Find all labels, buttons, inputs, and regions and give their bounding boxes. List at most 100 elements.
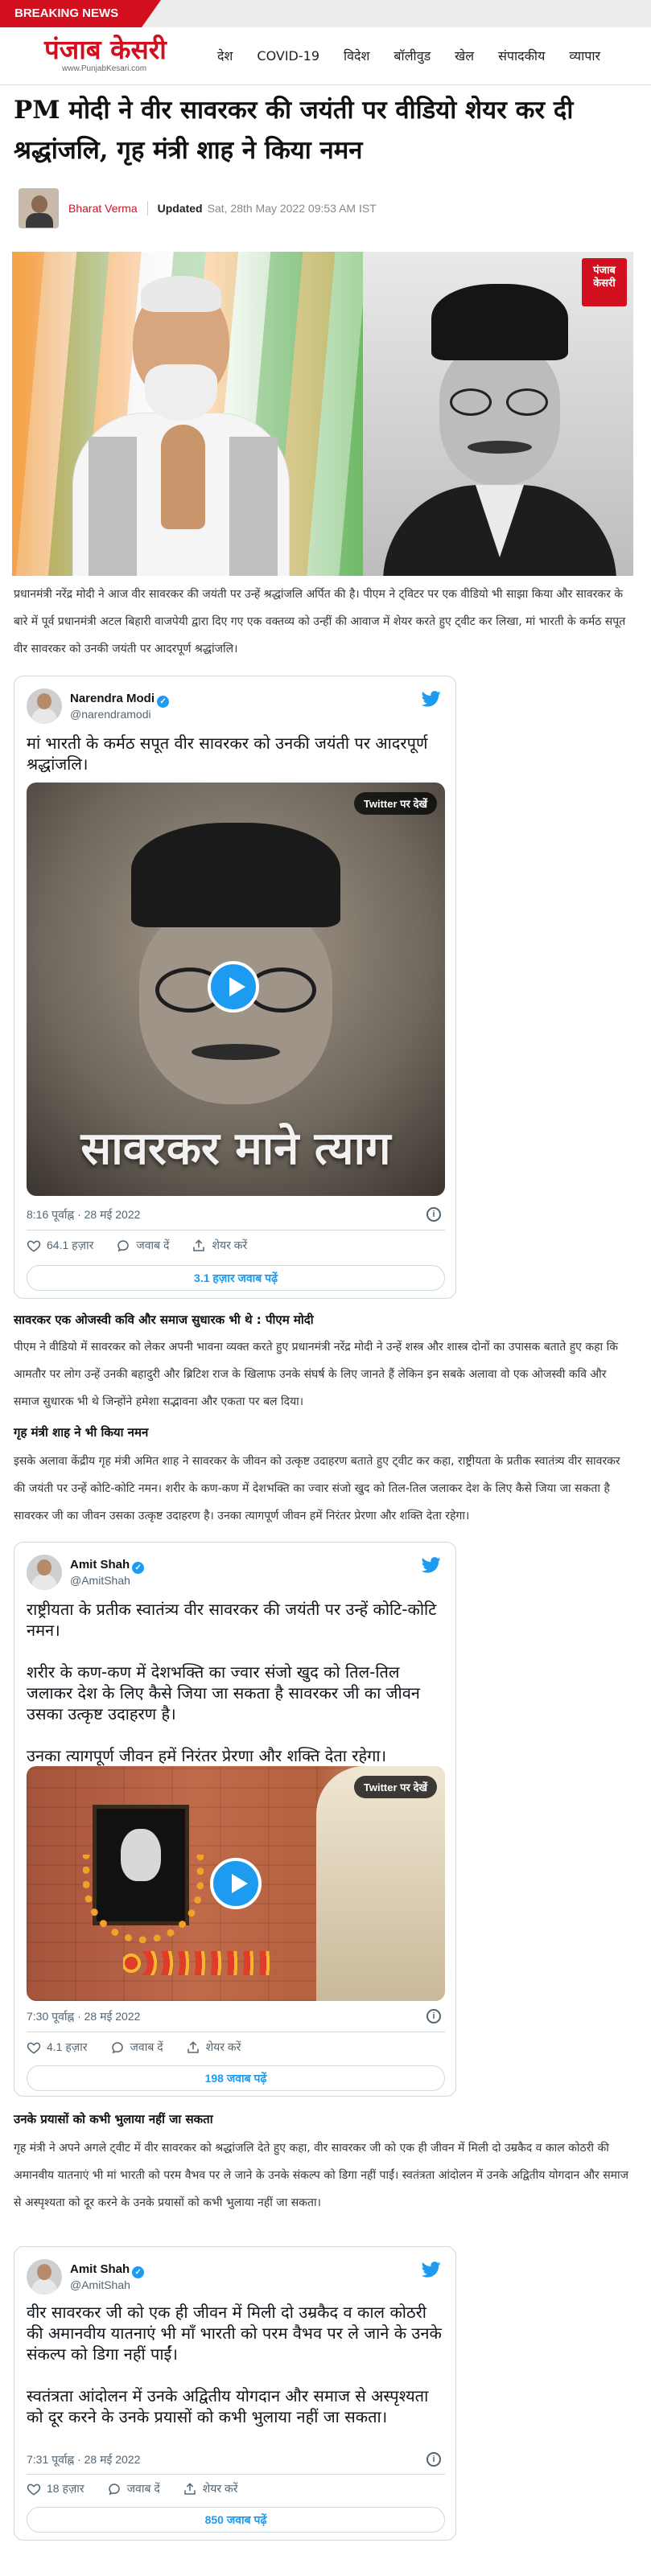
tweet-author-name[interactable]: Narendra Modi ✓: [70, 692, 170, 708]
share-icon: [184, 2482, 196, 2495]
reply-bubble-icon: [108, 2483, 120, 2495]
tweet-video[interactable]: Twitter पर देखें: [27, 1766, 445, 2001]
verified-badge-icon: ✓: [132, 2266, 145, 2278]
site-header: पंजाब केसरी www.PunjabKesari.com देश COV…: [0, 27, 651, 85]
like-action[interactable]: 64.1 हज़ार: [27, 1238, 93, 1253]
site-logo[interactable]: पंजाब केसरी www.PunjabKesari.com: [44, 35, 197, 77]
hero-image-modi: [12, 252, 363, 576]
tweet-video[interactable]: सावरकर माने त्याग Twitter पर देखें: [27, 783, 445, 1196]
tweet-card-amit-shah-1: Amit Shah ✓ @AmitShah राष्ट्रीयता के प्रत…: [14, 1542, 456, 2097]
updated-label: Updated: [157, 202, 203, 215]
twitter-bird-icon[interactable]: [422, 690, 441, 708]
nav-item-vyapar[interactable]: व्यापार: [569, 45, 600, 68]
tweet-author-name-text: Amit Shah: [70, 1558, 130, 1571]
hero-image-savarkar: पंजाब केसरी: [363, 252, 633, 576]
share-action[interactable]: शेयर करें: [183, 2481, 238, 2496]
tweet-avatar[interactable]: [27, 2259, 62, 2295]
info-icon[interactable]: i: [426, 2452, 441, 2467]
reply-label: जवाब दें: [126, 2482, 160, 2495]
breaking-news-bar: BREAKING NEWS: [0, 0, 651, 27]
share-action[interactable]: शेयर करें: [192, 1238, 247, 1253]
nav-item-covid[interactable]: COVID-19: [257, 45, 319, 68]
view-on-twitter-button[interactable]: Twitter पर देखें: [353, 1776, 437, 1798]
share-label: शेयर करें: [202, 2482, 238, 2495]
nav-item-khel[interactable]: खेल: [455, 45, 474, 68]
tweet-card-amit-shah-2: Amit Shah ✓ @AmitShah वीर सावरकर जी को एक…: [14, 2246, 456, 2541]
nav-item-sampadkiya[interactable]: संपादकीय: [498, 45, 545, 68]
logo-brand: पंजाब केसरी: [44, 34, 167, 65]
like-count: 4.1 हज़ार: [47, 2040, 88, 2053]
info-icon[interactable]: i: [426, 1207, 441, 1222]
play-button-icon[interactable]: [210, 1858, 262, 1909]
article-paragraph-1: प्रधानमंत्री नरेंद्र मोदी ने आज वीर सावर…: [14, 588, 626, 655]
reply-action[interactable]: जवाब दें: [116, 1238, 169, 1253]
tweet-timestamp[interactable]: 7:30 पूर्वाह्न · 28 मई 2022: [27, 2009, 140, 2024]
reply-action[interactable]: जवाब दें: [110, 2040, 163, 2055]
byline-divider: [146, 201, 148, 216]
tweet-actions: 18 हज़ार जवाब दें शेयर करें: [27, 2481, 261, 2496]
tweet-avatar[interactable]: [27, 1555, 62, 1590]
play-button-icon[interactable]: [208, 961, 259, 1013]
like-action[interactable]: 4.1 हज़ार: [27, 2040, 88, 2055]
read-replies-button[interactable]: 198 जवाब पढ़ें: [27, 2065, 445, 2091]
tweet-author-name-text: Amit Shah: [70, 2262, 130, 2276]
tweet-author-handle[interactable]: @narendramodi: [70, 708, 151, 721]
read-replies-button[interactable]: 850 जवाब पढ़ें: [27, 2507, 445, 2533]
tweet-text: वीर सावरकर जी को एक ही जीवन में मिली दो …: [27, 2303, 442, 2426]
article-subheading-2: गृह मंत्री शाह ने भी किया नमन: [14, 1425, 149, 1440]
tweet-author-name-text: Narendra Modi: [70, 692, 155, 705]
tweet-author-name[interactable]: Amit Shah ✓: [70, 1558, 145, 1574]
article-byline: Bharat Verma Updated Sat, 28th May 2022 …: [19, 188, 377, 228]
tweet-author-name[interactable]: Amit Shah ✓: [70, 2262, 145, 2278]
article-paragraph-4: गृह मंत्री ने अपने अगले ट्वीट में वीर सा…: [14, 2142, 629, 2209]
heart-icon: [27, 2042, 41, 2054]
view-on-twitter-button[interactable]: Twitter पर देखें: [353, 792, 437, 815]
video-caption: सावरकर माने त्याग: [80, 1122, 391, 1175]
tweet-text: मां भारती के कर्मठ सपूत वीर सावरकर को उन…: [27, 733, 428, 774]
nav-item-videsh[interactable]: विदेश: [344, 45, 369, 68]
tweet-actions: 4.1 हज़ार जवाब दें शेयर करें: [27, 2040, 263, 2055]
share-icon: [193, 1239, 205, 1251]
tweet-card-modi: Narendra Modi ✓ @narendramodi मां भारती क…: [14, 676, 456, 1299]
reply-bubble-icon: [117, 1239, 130, 1251]
article-paragraph-2: पीएम ने वीडियो में सावरकर को लेकर अपनी भ…: [14, 1341, 619, 1408]
tweet-timestamp[interactable]: 7:31 पूर्वाह्न · 28 मई 2022: [27, 2452, 140, 2467]
main-nav: देश COVID-19 विदेश बॉलीवुड खेल संपादकीय …: [217, 45, 600, 68]
breaking-news-label: BREAKING NEWS: [0, 0, 161, 27]
twitter-bird-icon[interactable]: [422, 1556, 441, 1574]
tweet-author-handle[interactable]: @AmitShah: [70, 1574, 130, 1587]
updated-date: Sat, 28th May 2022 09:53 AM IST: [207, 202, 377, 215]
tweet-author-handle[interactable]: @AmitShah: [70, 2278, 130, 2291]
nav-item-bollywood[interactable]: बॉलीवुड: [393, 45, 431, 68]
tweet-avatar[interactable]: [27, 688, 62, 724]
twitter-bird-icon[interactable]: [422, 2261, 441, 2278]
share-icon: [187, 2040, 199, 2053]
article-subheading-1: सावरकर एक ओजस्वी कवि और समाज सुधारक भी थ…: [14, 1313, 314, 1327]
reply-bubble-icon: [111, 2041, 123, 2053]
author-avatar[interactable]: [19, 188, 59, 228]
share-label: शेयर करें: [212, 1239, 248, 1251]
like-count: 18 हज़ार: [47, 2482, 84, 2495]
verified-badge-icon: ✓: [157, 696, 170, 708]
share-action[interactable]: शेयर करें: [186, 2040, 241, 2055]
tweet-actions: 64.1 हज़ार जवाब दें शेयर करें: [27, 1238, 270, 1253]
reply-action[interactable]: जवाब दें: [107, 2481, 160, 2496]
tweet-divider: [27, 2474, 445, 2475]
nav-item-desh[interactable]: देश: [217, 45, 233, 68]
article-title: PM मोदी ने वीर सावरकर की जयंती पर वीडियो…: [14, 96, 574, 165]
heart-icon: [27, 2484, 41, 2496]
hero-watermark-logo: पंजाब केसरी: [582, 258, 627, 306]
reply-label: जवाब दें: [136, 1239, 170, 1251]
read-replies-button[interactable]: 3.1 हज़ार जवाब पढ़ें: [27, 1265, 445, 1291]
like-count: 64.1 हज़ार: [47, 1239, 94, 1251]
reply-label: जवाब दें: [130, 2040, 163, 2053]
share-label: शेयर करें: [205, 2040, 241, 2053]
tweet-timestamp[interactable]: 8:16 पूर्वाह्न · 28 मई 2022: [27, 1207, 140, 1222]
like-action[interactable]: 18 हज़ार: [27, 2481, 84, 2496]
info-icon[interactable]: i: [426, 2009, 441, 2023]
author-name[interactable]: Bharat Verma: [68, 202, 138, 215]
heart-icon: [27, 1240, 41, 1252]
tweet-text: राष्ट्रीयता के प्रतीक स्वातंत्र्य वीर सा…: [27, 1600, 437, 1765]
article-paragraph-3: इसके अलावा केंद्रीय गृह मंत्री अमित शाह …: [14, 1455, 620, 1522]
hero-image: पंजाब केसरी: [12, 252, 633, 576]
